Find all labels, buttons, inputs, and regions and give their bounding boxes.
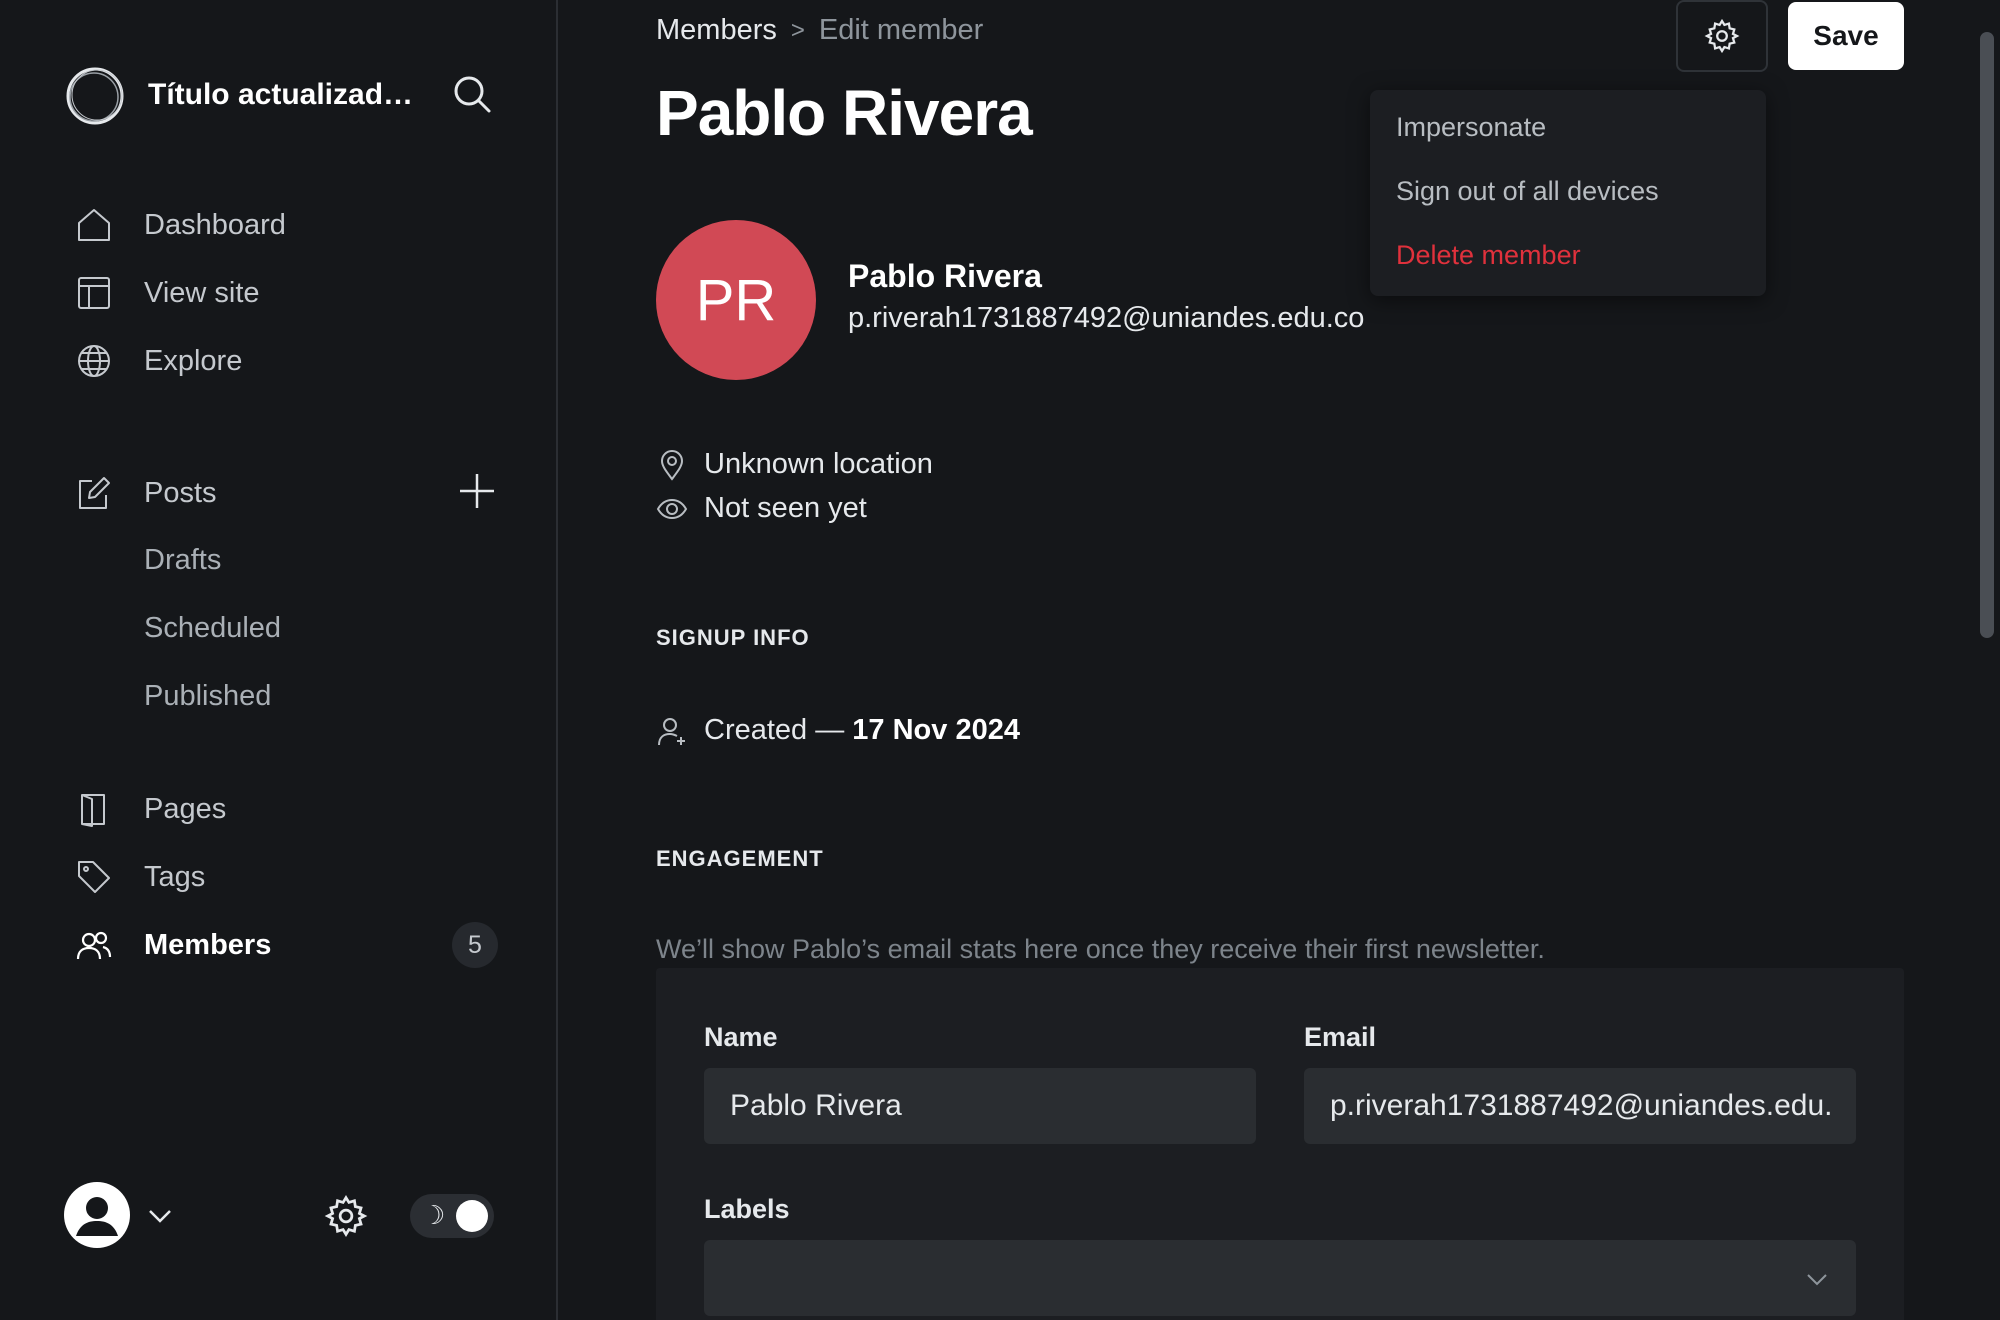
nav-dashboard[interactable]: Dashboard xyxy=(76,200,286,250)
nav-view-site-label: View site xyxy=(144,276,260,309)
search-icon[interactable] xyxy=(452,74,492,114)
breadcrumb: Members > Edit member xyxy=(656,14,983,47)
nav-view-site[interactable]: View site xyxy=(76,268,260,318)
page-scrollbar[interactable] xyxy=(1980,32,1994,638)
breadcrumb-members-link[interactable]: Members xyxy=(656,14,777,47)
home-icon xyxy=(78,209,110,241)
member-location: Unknown location xyxy=(656,448,933,481)
moon-icon: ☽ xyxy=(422,1201,446,1231)
site-logo-icon xyxy=(66,67,124,125)
members-icon xyxy=(76,931,112,960)
member-avatar: PR xyxy=(656,220,816,380)
engagement-note: We’ll show Pablo’s email stats here once… xyxy=(656,934,1545,964)
new-post-plus-icon[interactable] xyxy=(458,472,496,510)
nav-drafts[interactable]: Drafts xyxy=(144,544,221,577)
dark-mode-toggle[interactable]: ☽ xyxy=(410,1194,494,1238)
nav-tags-label: Tags xyxy=(144,860,206,893)
toggle-knob xyxy=(456,1200,488,1232)
member-name: Pablo Rivera xyxy=(848,258,1042,294)
nav-explore[interactable]: Explore xyxy=(76,336,242,386)
impersonate-menu-item[interactable]: Impersonate xyxy=(1396,112,1546,143)
edit-icon xyxy=(79,477,110,509)
nav-dashboard-label: Dashboard xyxy=(144,208,286,241)
nav-pages-label: Pages xyxy=(144,792,227,825)
nav-posts[interactable]: Posts xyxy=(76,468,217,518)
tag-icon xyxy=(78,861,110,893)
sidebar: Título actualizad… Dashboard View site E… xyxy=(0,0,558,1320)
member-actions-dropdown: Impersonate Sign out of all devices Dele… xyxy=(1370,90,1766,296)
member-email: p.riverah1731887492@uniandes.edu.co xyxy=(848,302,1365,334)
member-last-seen: Not seen yet xyxy=(656,492,867,525)
chevron-down-icon xyxy=(1807,1274,1827,1286)
layout-icon xyxy=(78,277,110,309)
site-brand[interactable]: Título actualizad… xyxy=(64,64,413,128)
member-created-date: 17 Nov 2024 xyxy=(852,714,1020,746)
chevron-down-icon[interactable] xyxy=(146,1202,174,1230)
labels-field-label: Labels xyxy=(704,1194,790,1224)
member-location-text: Unknown location xyxy=(704,448,933,480)
user-add-icon xyxy=(658,717,685,745)
sign-out-all-devices-menu-item[interactable]: Sign out of all devices xyxy=(1396,176,1659,207)
location-pin-icon xyxy=(660,449,684,481)
nav-posts-label: Posts xyxy=(144,476,217,509)
nav-members-label: Members xyxy=(144,928,272,961)
email-input[interactable] xyxy=(1304,1068,1856,1144)
member-form-card: Name Email Labels xyxy=(656,968,1904,1320)
signup-info-heading: SIGNUP INFO xyxy=(656,625,810,650)
nav-scheduled[interactable]: Scheduled xyxy=(144,612,281,645)
name-field-label: Name xyxy=(704,1022,778,1052)
member-created-prefix: Created — xyxy=(704,714,853,746)
nav-explore-label: Explore xyxy=(144,344,243,377)
engagement-heading: ENGAGEMENT xyxy=(656,846,824,871)
pages-icon xyxy=(81,794,105,827)
breadcrumb-current: Edit member xyxy=(818,14,984,46)
member-actions-button[interactable] xyxy=(1676,0,1768,72)
member-last-seen-text: Not seen yet xyxy=(704,492,867,524)
chevron-right-icon: > xyxy=(790,16,805,44)
user-avatar-icon[interactable] xyxy=(64,1182,130,1248)
site-title: Título actualizad… xyxy=(148,78,414,111)
nav-published[interactable]: Published xyxy=(144,680,271,713)
nav-tags[interactable]: Tags xyxy=(76,852,205,902)
members-count-badge: 5 xyxy=(452,922,498,968)
page-title: Pablo Rivera xyxy=(656,77,1033,149)
delete-member-menu-item[interactable]: Delete member xyxy=(1396,240,1581,271)
settings-gear-icon[interactable] xyxy=(324,1194,368,1238)
nav-pages[interactable]: Pages xyxy=(76,784,226,834)
globe-icon xyxy=(78,345,110,377)
member-created: Created — 17 Nov 2024 xyxy=(656,714,1020,747)
name-input[interactable] xyxy=(704,1068,1256,1144)
email-field-label: Email xyxy=(1304,1022,1377,1052)
nav-members[interactable]: Members xyxy=(76,920,271,970)
save-button[interactable]: Save xyxy=(1788,2,1904,70)
labels-select[interactable] xyxy=(704,1240,1856,1316)
eye-icon xyxy=(656,498,688,519)
gear-icon xyxy=(1704,18,1740,54)
